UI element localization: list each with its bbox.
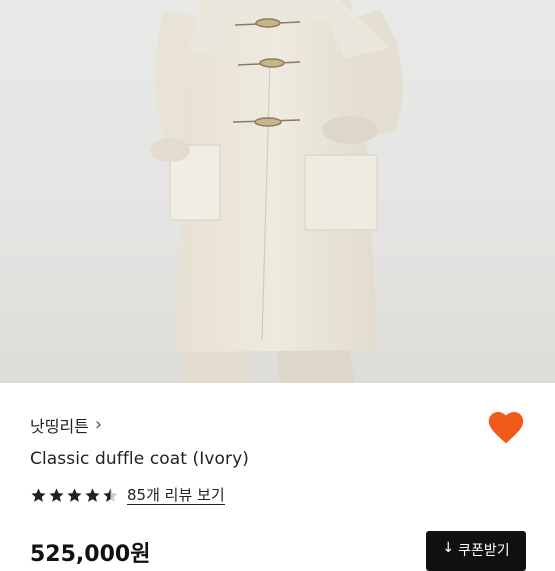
- star-icon: [85, 488, 100, 502]
- star-rating: [30, 487, 119, 504]
- star-icon: [31, 488, 46, 502]
- star-icon: [49, 488, 64, 502]
- star-icon: [67, 488, 82, 502]
- product-title: Classic duffle coat (Ivory): [30, 449, 250, 469]
- brand-name: 낫띵리튼: [30, 417, 89, 436]
- coupon-label: 쿠폰받기: [458, 543, 510, 559]
- price: 525,000원: [30, 542, 151, 567]
- brand-link[interactable]: 낫띵리튼 ›: [30, 413, 102, 437]
- duffle-coat-photo: [150, 0, 403, 383]
- download-arrow-icon: ↓: [442, 540, 455, 556]
- chevron-right-icon: ›: [94, 414, 103, 435]
- product-image: [0, 0, 555, 383]
- reviews-link[interactable]: 85개 리뷰 보기: [127, 486, 225, 505]
- rating-row: 85개 리뷰 보기: [30, 486, 225, 505]
- half-star-icon: [103, 488, 118, 502]
- coupon-button[interactable]: ↓ 쿠폰받기: [426, 531, 526, 571]
- heart-icon[interactable]: [486, 409, 526, 445]
- product-info-panel: 낫띵리튼 › Classic duffle coat (Ivory) 85개 리…: [0, 383, 555, 571]
